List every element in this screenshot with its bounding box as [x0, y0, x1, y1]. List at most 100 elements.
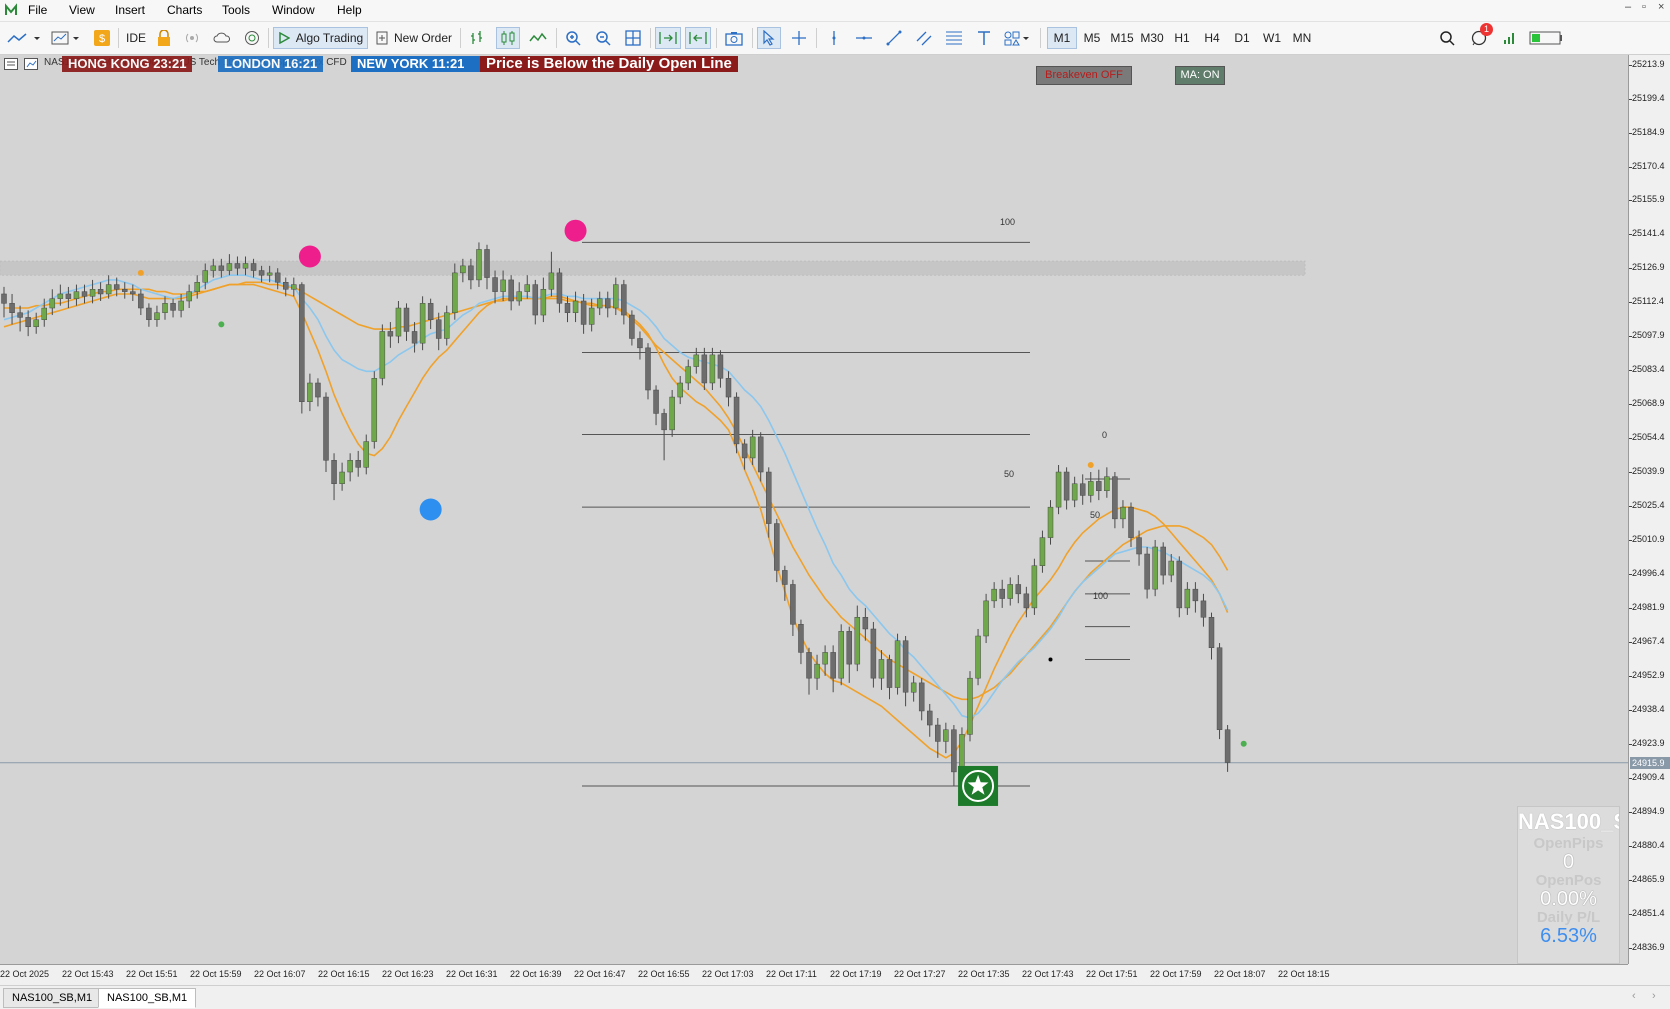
community-button[interactable] — [242, 27, 262, 49]
bear-candle — [1176, 560, 1183, 609]
bear-candle — [870, 628, 877, 679]
market-button[interactable]: $ — [92, 27, 112, 49]
ide-button[interactable]: IDE — [124, 27, 148, 49]
restore-button[interactable]: ▫ — [1642, 1, 1646, 13]
horizontal-line-button[interactable] — [852, 27, 876, 49]
price-chart[interactable] — [0, 55, 1628, 964]
horizontal-line-icon — [856, 36, 872, 40]
search-button[interactable] — [1436, 27, 1458, 49]
timeframe-mn[interactable]: MN — [1287, 27, 1317, 49]
fibonacci-button[interactable] — [942, 27, 966, 49]
price-label: 24952.9 — [1632, 670, 1665, 681]
bear-candle — [886, 659, 893, 688]
menu-tools[interactable]: Tools — [222, 3, 250, 17]
vertical-line-button[interactable] — [822, 27, 846, 49]
timeframe-m30[interactable]: M30 — [1137, 27, 1167, 49]
notifications-button[interactable]: 1 — [1466, 23, 1493, 49]
timeframe-m5[interactable]: M5 — [1077, 27, 1107, 49]
search-icon — [1440, 31, 1455, 46]
bear-candle — [645, 347, 651, 391]
cursor-tool-button[interactable] — [757, 27, 781, 49]
time-label: 22 Oct 16:31 — [446, 969, 498, 979]
lock-button[interactable] — [154, 27, 174, 49]
bear-candle — [717, 354, 724, 379]
bull-candle — [363, 441, 369, 468]
bear-candle — [387, 331, 394, 337]
breakeven-toggle-button[interactable]: Breakeven OFF — [1036, 66, 1132, 85]
timeframe-m15[interactable]: M15 — [1107, 27, 1137, 49]
bull-candle — [991, 588, 997, 602]
bear-candle — [902, 640, 909, 693]
timeframe-d1[interactable]: D1 — [1227, 27, 1257, 49]
menu-help[interactable]: Help — [337, 3, 362, 17]
signals-button[interactable] — [182, 27, 202, 49]
toolbar-separator — [118, 28, 119, 48]
close-button[interactable]: × — [1658, 1, 1664, 13]
bear-candle — [25, 317, 31, 328]
indicators-button[interactable] — [50, 27, 82, 49]
menu-charts[interactable]: Charts — [167, 3, 202, 17]
new-york-clock: NEW YORK 11:21 — [351, 56, 488, 72]
bar-chart-button[interactable] — [466, 27, 488, 49]
candlestick-button[interactable] — [496, 27, 520, 49]
bear-candle — [218, 265, 225, 271]
bear-candle — [508, 279, 514, 302]
shapes-button[interactable] — [1002, 27, 1032, 49]
signal-strength-icon — [1504, 33, 1514, 44]
zoom-out-button[interactable] — [592, 27, 614, 49]
price-axis[interactable]: 25213.9 25199.4 25184.9 25170.4 25155.9 25141… — [1628, 55, 1670, 964]
ma-toggle-button[interactable]: MA: ON — [1175, 66, 1225, 85]
crosshair-button[interactable] — [787, 27, 811, 49]
new-order-button[interactable]: New Order — [374, 27, 454, 49]
signal-strength-button[interactable] — [1500, 27, 1520, 49]
auto-scroll-button[interactable] — [655, 27, 681, 49]
timeframe-h1[interactable]: H1 — [1167, 27, 1197, 49]
timeframe-w1[interactable]: W1 — [1257, 27, 1287, 49]
timeframe-m1[interactable]: M1 — [1047, 27, 1077, 49]
line-chart-button[interactable] — [526, 27, 550, 49]
chart-shift-button[interactable] — [685, 27, 711, 49]
scroll-right-icon[interactable]: › — [1652, 990, 1656, 1002]
bear-candle — [741, 443, 748, 459]
minimize-button[interactable]: – — [1625, 1, 1631, 13]
menu-insert[interactable]: Insert — [115, 3, 145, 17]
bull-candle — [154, 312, 160, 320]
algo-trading-button[interactable]: Algo Trading — [273, 27, 368, 49]
indicators-icon — [51, 31, 79, 45]
chart-tab-2[interactable]: NAS100_SB,M1 — [98, 988, 197, 1008]
menu-window[interactable]: Window — [272, 3, 315, 17]
connection-button[interactable] — [1528, 27, 1564, 49]
auto-scroll-icon — [659, 32, 677, 44]
menu-file[interactable]: File — [28, 3, 47, 17]
toolbar-separator — [556, 28, 557, 48]
zoom-in-button[interactable] — [562, 27, 584, 49]
chart-tab-1[interactable]: NAS100_SB,M1 — [3, 988, 102, 1008]
bear-candle — [299, 284, 305, 402]
bull-candle — [1071, 483, 1078, 501]
tile-windows-button[interactable] — [622, 27, 644, 49]
vps-button[interactable] — [212, 27, 232, 49]
scroll-left-icon[interactable]: ‹ — [1632, 990, 1636, 1002]
time-label: 22 Oct 17:51 — [1086, 969, 1138, 979]
bear-candle — [999, 588, 1005, 599]
bull-candle — [460, 265, 466, 274]
bull-candle — [339, 471, 345, 484]
price-label: 25054.4 — [1632, 432, 1665, 443]
text-tool-button[interactable] — [972, 27, 996, 49]
channel-button[interactable] — [912, 27, 936, 49]
price-label: 24880.4 — [1632, 839, 1665, 850]
screenshot-button[interactable] — [722, 27, 746, 49]
bear-candle — [130, 291, 136, 295]
swing-low-marker — [419, 498, 442, 521]
menu-view[interactable]: View — [69, 3, 95, 17]
trend-line-button[interactable] — [882, 27, 906, 49]
chart-area[interactable]: NAS100_SB,M1 NAS100 M1 · US Tech 100 Ind… — [0, 55, 1628, 964]
bull-candle — [1047, 506, 1054, 538]
chart-type-button[interactable] — [4, 27, 42, 49]
signal-icon — [186, 33, 198, 43]
timeframe-h4[interactable]: H4 — [1197, 27, 1227, 49]
time-label: 22 Oct 17:11 — [766, 969, 817, 979]
cursor-icon — [763, 30, 775, 46]
time-axis[interactable]: 22 Oct 2025 22 Oct 15:43 22 Oct 15:51 22 Oc… — [0, 964, 1628, 985]
price-label: 24894.9 — [1632, 805, 1665, 816]
